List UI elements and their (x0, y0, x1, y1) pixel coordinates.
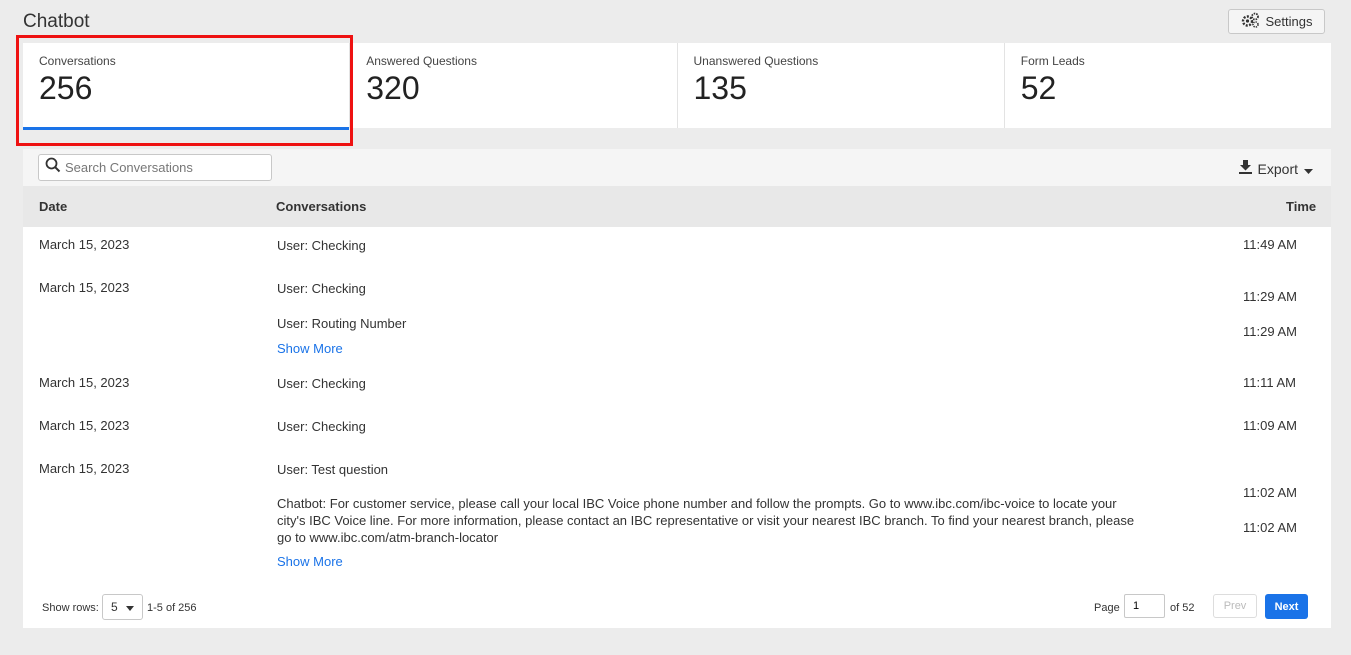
rows-per-page-select[interactable]: 5 (102, 594, 143, 620)
caret-down-icon (1304, 161, 1313, 177)
gears-icon (1241, 12, 1260, 31)
message-text: User: Routing Number (277, 316, 407, 331)
page-label: Page (1094, 602, 1120, 614)
message-time: 11:49 AM (1243, 237, 1297, 252)
table-header: Date Conversations Time (23, 186, 1331, 227)
message-time: 11:09 AM (1243, 418, 1297, 433)
message-time: 11:29 AM (1243, 324, 1297, 339)
column-time[interactable]: Time (1286, 199, 1316, 214)
row-date: March 15, 2023 (39, 461, 130, 476)
show-rows-label: Show rows: (42, 602, 99, 614)
settings-button[interactable]: Settings (1228, 9, 1325, 34)
message-time: 11:02 AM (1243, 485, 1297, 500)
message-time: 11:02 AM (1243, 520, 1297, 535)
search-input[interactable] (65, 160, 265, 175)
message-text: User: Test question (277, 462, 389, 477)
page-number-input[interactable] (1124, 594, 1165, 618)
stat-value: 135 (693, 70, 747, 106)
message-text: User: Checking (277, 419, 366, 434)
column-date[interactable]: Date (39, 199, 67, 214)
search-icon (45, 157, 61, 178)
stat-label: Form Leads (1020, 54, 1085, 68)
stat-value: 52 (1020, 70, 1057, 106)
message-time: 11:11 AM (1243, 375, 1296, 390)
row-date: March 15, 2023 (39, 237, 130, 252)
export-button[interactable]: Export (1238, 160, 1313, 177)
row-date: March 15, 2023 (39, 418, 130, 433)
range-text: 1-5 of 256 (147, 602, 197, 614)
message-time: 11:29 AM (1243, 289, 1297, 304)
prev-button[interactable]: Prev (1213, 594, 1257, 618)
rows-value: 5 (111, 600, 118, 614)
message-text: User: Checking (277, 238, 366, 253)
message-text: Chatbot: For customer service, please ca… (277, 496, 1135, 545)
stat-label: Conversations (39, 54, 116, 68)
stat-label: Answered Questions (366, 54, 477, 68)
stat-value: 320 (366, 70, 420, 106)
search-box (38, 154, 272, 181)
caret-down-icon (125, 600, 134, 614)
message-text: User: Checking (277, 376, 366, 391)
stat-label: Unanswered Questions (693, 54, 819, 68)
stats-bar: Conversations 256 Answered Questions 320… (23, 43, 1331, 130)
row-date: March 15, 2023 (39, 375, 130, 390)
pagination-bar: Show rows: 5 1-5 of 256 Page of 52 Prev … (23, 594, 1331, 622)
download-icon (1238, 160, 1252, 177)
stat-form-leads[interactable]: Form Leads 52 (1005, 43, 1331, 128)
conversations-panel: Export Date Conversations Time March 15,… (23, 149, 1331, 628)
page-count: of 52 (1170, 602, 1195, 614)
page-title: Chatbot (23, 11, 90, 32)
stat-unanswered-questions[interactable]: Unanswered Questions 135 (678, 43, 1005, 128)
show-more-link[interactable]: Show More (277, 341, 343, 356)
stat-conversations[interactable]: Conversations 256 (23, 43, 351, 130)
row-date: March 15, 2023 (39, 280, 130, 295)
column-conversations[interactable]: Conversations (276, 199, 366, 214)
message-text: User: Checking (277, 281, 366, 296)
show-more-link[interactable]: Show More (277, 554, 343, 569)
export-label: Export (1257, 160, 1298, 177)
next-button[interactable]: Next (1265, 594, 1308, 619)
settings-label: Settings (1265, 14, 1313, 29)
stat-answered-questions[interactable]: Answered Questions 320 (350, 43, 678, 128)
stat-value: 256 (39, 70, 93, 106)
toolbar: Export (23, 149, 1331, 186)
